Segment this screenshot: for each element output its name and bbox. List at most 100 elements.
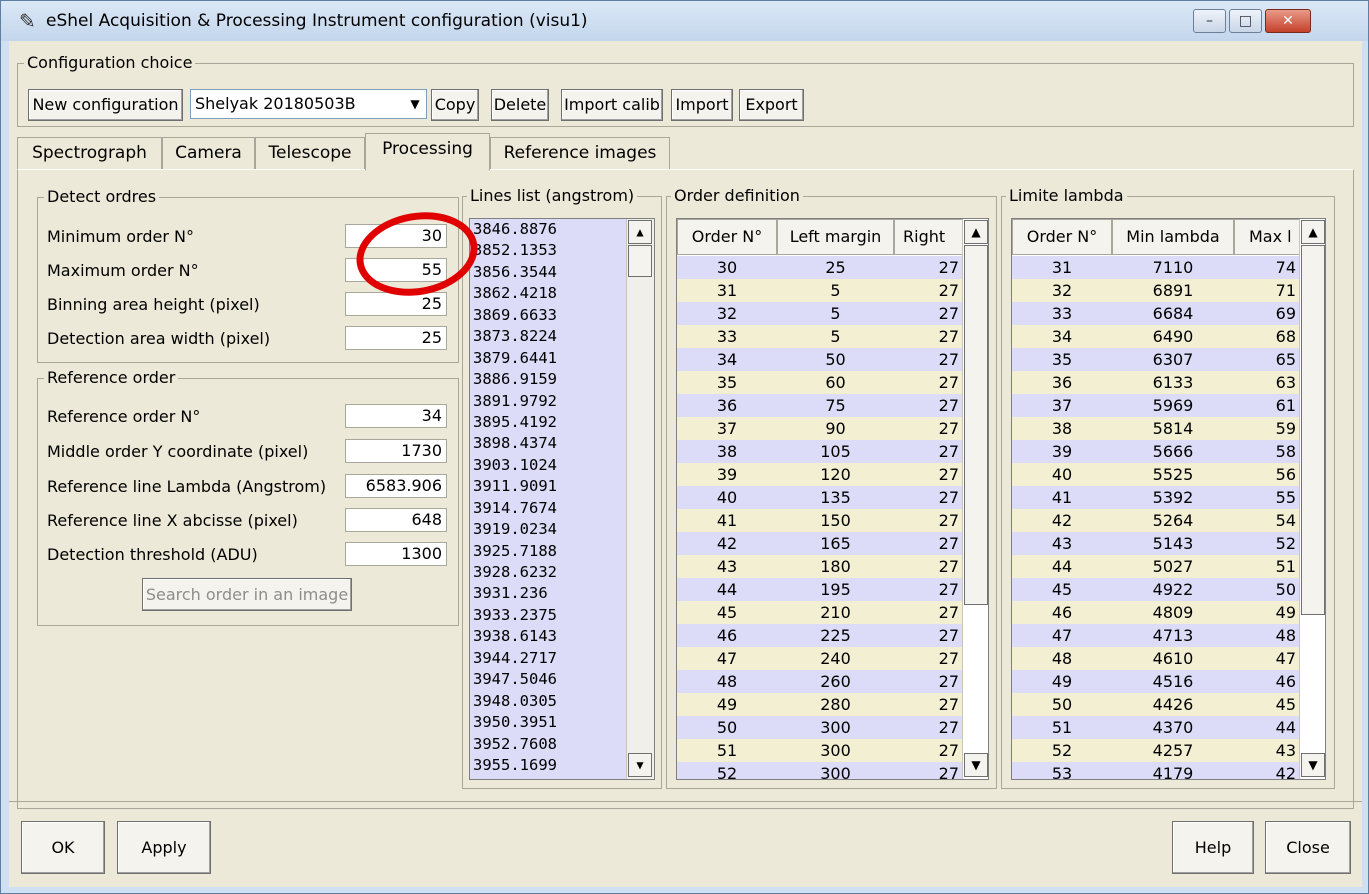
- column-header[interactable]: Order N°: [677, 219, 777, 255]
- table-row[interactable]: 47 4713 48: [1012, 624, 1300, 647]
- table-row[interactable]: 35 60 27: [677, 371, 963, 394]
- table-row[interactable]: 36 6133 63: [1012, 371, 1300, 394]
- tab-spectrograph[interactable]: Spectrograph: [17, 137, 162, 169]
- table-row[interactable]: 41 5392 55: [1012, 486, 1300, 509]
- limite-lambda-scrollbar[interactable]: ▲ ▼: [1299, 219, 1325, 779]
- table-row[interactable]: 33 5 27: [677, 325, 963, 348]
- tab-camera[interactable]: Camera: [162, 137, 255, 169]
- table-cell: 4426: [1152, 695, 1194, 714]
- table-row[interactable]: 31 7110 74: [1012, 256, 1300, 279]
- delete-button[interactable]: Delete: [491, 89, 549, 121]
- table-row[interactable]: 41 150 27: [677, 509, 963, 532]
- table-row[interactable]: 51 300 27: [677, 739, 963, 762]
- search-order-button[interactable]: Search order in an image: [142, 578, 352, 611]
- export-button[interactable]: Export: [739, 89, 804, 121]
- apply-button[interactable]: Apply: [117, 821, 211, 874]
- table-row[interactable]: 34 50 27: [677, 348, 963, 371]
- lines-listbox[interactable]: 3846.8876 3852.1353 3856.3544 3862.4218 3869…: [469, 218, 655, 780]
- close-window-button[interactable]: ✕: [1265, 9, 1311, 33]
- scroll-up-icon[interactable]: ▲: [964, 220, 988, 244]
- table-row[interactable]: 49 4516 46: [1012, 670, 1300, 693]
- detection-area-width-input[interactable]: 25: [345, 326, 447, 350]
- scroll-down-icon[interactable]: ▼: [964, 753, 988, 777]
- table-row[interactable]: 43 180 27: [677, 555, 963, 578]
- column-header[interactable]: Order N°: [1012, 219, 1112, 255]
- table-row[interactable]: 43 5143 52: [1012, 532, 1300, 555]
- copy-button[interactable]: Copy: [431, 89, 479, 121]
- limite-lambda-table[interactable]: Order N° Min lambda Max l 31 7110 74 32 6891…: [1011, 218, 1326, 780]
- table-row[interactable]: 52 4257 43: [1012, 739, 1300, 762]
- table-row[interactable]: 39 120 27: [677, 463, 963, 486]
- scroll-up-icon[interactable]: ▲: [1301, 220, 1325, 244]
- table-row[interactable]: 44 195 27: [677, 578, 963, 601]
- column-header[interactable]: Max l: [1234, 219, 1300, 255]
- table-row[interactable]: 38 5814 59: [1012, 417, 1300, 440]
- table-row[interactable]: 53 4179 42: [1012, 762, 1300, 779]
- table-row[interactable]: 40 135 27: [677, 486, 963, 509]
- maximum-order-input[interactable]: 55: [345, 258, 447, 282]
- table-row[interactable]: 32 5 27: [677, 302, 963, 325]
- table-row[interactable]: 46 4809 49: [1012, 601, 1300, 624]
- table-row[interactable]: 50 300 27: [677, 716, 963, 739]
- lines-scrollbar[interactable]: ▲ ▼: [626, 219, 654, 779]
- scroll-thumb[interactable]: [628, 245, 652, 277]
- table-row[interactable]: 45 4922 50: [1012, 578, 1300, 601]
- scroll-down-icon[interactable]: ▼: [628, 753, 652, 777]
- new-configuration-button[interactable]: New configuration: [28, 89, 183, 121]
- scroll-up-icon[interactable]: ▲: [628, 220, 652, 244]
- close-button[interactable]: Close: [1265, 821, 1351, 874]
- table-row[interactable]: 50 4426 45: [1012, 693, 1300, 716]
- reference-line-lambda-input[interactable]: 6583.906: [345, 474, 447, 498]
- scroll-down-icon[interactable]: ▼: [1301, 753, 1325, 777]
- table-row[interactable]: 45 210 27: [677, 601, 963, 624]
- table-row[interactable]: 42 5264 54: [1012, 509, 1300, 532]
- table-row[interactable]: 31 5 27: [677, 279, 963, 302]
- table-row[interactable]: 37 90 27: [677, 417, 963, 440]
- ok-button[interactable]: OK: [21, 821, 105, 874]
- table-row[interactable]: 33 6684 69: [1012, 302, 1300, 325]
- order-definition-scrollbar[interactable]: ▲ ▼: [962, 219, 988, 779]
- minimize-button[interactable]: –: [1193, 9, 1226, 33]
- table-row[interactable]: 44 5027 51: [1012, 555, 1300, 578]
- import-button[interactable]: Import: [671, 89, 733, 121]
- tab-reference-images[interactable]: Reference images: [490, 137, 670, 169]
- column-header[interactable]: Left margin: [777, 219, 894, 255]
- table-row[interactable]: 47 240 27: [677, 647, 963, 670]
- order-definition-table[interactable]: Order N° Left margin Right 30 25 27 31 5 27 32…: [676, 218, 989, 780]
- table-row[interactable]: 35 6307 65: [1012, 348, 1300, 371]
- table-row[interactable]: 38 105 27: [677, 440, 963, 463]
- import-calib-button[interactable]: Import calib: [561, 89, 663, 121]
- binning-area-height-input[interactable]: 25: [345, 292, 447, 316]
- table-row[interactable]: 51 4370 44: [1012, 716, 1300, 739]
- table-row[interactable]: 37 5969 61: [1012, 394, 1300, 417]
- minimum-order-input[interactable]: 30: [345, 224, 447, 248]
- table-row[interactable]: 52 300 27: [677, 762, 963, 779]
- tab-processing[interactable]: Processing: [365, 133, 490, 171]
- reference-order-input[interactable]: 34: [345, 404, 447, 428]
- table-row[interactable]: 46 225 27: [677, 624, 963, 647]
- scroll-thumb[interactable]: [1301, 245, 1325, 615]
- scroll-thumb[interactable]: [964, 245, 988, 605]
- title-bar[interactable]: ✎ eShel Acquisition & Processing Instrum…: [1, 1, 1368, 41]
- table-row[interactable]: 42 165 27: [677, 532, 963, 555]
- maximize-button[interactable]: □: [1229, 9, 1262, 33]
- middle-order-y-input[interactable]: 1730: [345, 439, 447, 463]
- chevron-down-icon[interactable]: ▼: [406, 92, 424, 116]
- table-row[interactable]: 30 25 27: [677, 256, 963, 279]
- help-button[interactable]: Help: [1172, 821, 1254, 874]
- reference-line-x-input[interactable]: 648: [345, 508, 447, 532]
- table-row[interactable]: 39 5666 58: [1012, 440, 1300, 463]
- table-row[interactable]: 36 75 27: [677, 394, 963, 417]
- detection-threshold-input[interactable]: 1300: [345, 542, 447, 566]
- table-row[interactable]: 34 6490 68: [1012, 325, 1300, 348]
- table-row[interactable]: 32 6891 71: [1012, 279, 1300, 302]
- column-header[interactable]: Right: [894, 219, 963, 255]
- table-row[interactable]: 48 4610 47: [1012, 647, 1300, 670]
- table-row[interactable]: 48 260 27: [677, 670, 963, 693]
- column-header[interactable]: Min lambda: [1112, 219, 1234, 255]
- configuration-select[interactable]: Shelyak 20180503B ▼: [190, 89, 427, 119]
- table-row[interactable]: 40 5525 56: [1012, 463, 1300, 486]
- tab-telescope[interactable]: Telescope: [255, 137, 365, 169]
- table-row[interactable]: 49 280 27: [677, 693, 963, 716]
- table-cell: 41: [1051, 488, 1073, 507]
